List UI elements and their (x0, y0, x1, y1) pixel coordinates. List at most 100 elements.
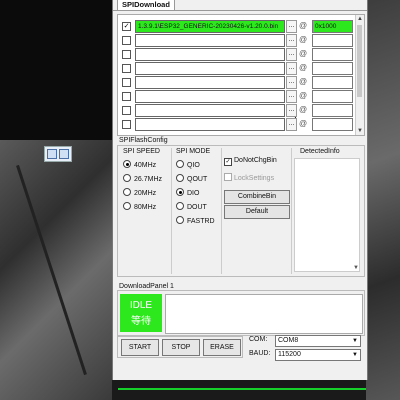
file-path-input[interactable] (135, 34, 285, 47)
radio-dot (123, 202, 131, 210)
file-row: ... @ (118, 117, 364, 131)
baud-value: 115200 (278, 351, 301, 358)
spi-flash-config-title: SPIFlashConfig (119, 137, 168, 144)
at-label: @ (299, 91, 308, 100)
file-path-input[interactable] (135, 118, 285, 131)
browse-button[interactable]: ... (286, 118, 297, 131)
address-input[interactable] (312, 118, 353, 131)
file-enable-checkbox[interactable] (122, 36, 131, 45)
file-enable-checkbox[interactable] (122, 92, 131, 101)
file-path-input[interactable] (135, 104, 285, 117)
window-tile-icon (47, 149, 57, 159)
browse-button[interactable]: ... (286, 76, 297, 89)
at-label: @ (299, 119, 308, 128)
desktop-wallpaper-bottom (112, 380, 366, 400)
address-input[interactable] (312, 76, 353, 89)
spi-speed-group: SPI SPEED 40MHz 26.7MHz 20MHz 80MHz (119, 148, 169, 274)
do-not-chg-bin-checkbox[interactable]: ✓ DoNotChgBin (224, 156, 277, 166)
file-path-input[interactable] (135, 62, 285, 75)
status-text-cn: 等待 (131, 316, 151, 327)
checkbox-box (224, 173, 232, 181)
mode-option-label: QOUT (187, 176, 208, 183)
at-label: @ (299, 49, 308, 58)
lock-settings-checkbox[interactable]: LockSettings (224, 173, 274, 183)
browse-button[interactable]: ... (286, 48, 297, 61)
default-button[interactable]: Default (224, 205, 290, 219)
mode-option-label: QIO (187, 162, 200, 169)
file-path-input[interactable] (135, 90, 285, 103)
address-input[interactable] (312, 48, 353, 61)
detected-info-title: DetectedInfo (300, 148, 340, 155)
radio-dot (176, 188, 184, 196)
baud-select[interactable]: 115200 ▼ (275, 349, 361, 361)
address-input[interactable] (312, 62, 353, 75)
browse-button[interactable]: ... (286, 34, 297, 47)
file-path-input[interactable]: 1.3.9.1\ESP32_GENERIC-20230426-v1.20.0.b… (135, 20, 285, 33)
browse-button[interactable]: ... (286, 104, 297, 117)
file-path-input[interactable] (135, 76, 285, 89)
download-panel-title: DownloadPanel 1 (119, 283, 174, 290)
options-group: ✓ DoNotChgBin LockSettings CombineBin Def… (221, 148, 290, 274)
file-row: ... @ (118, 33, 364, 47)
file-enable-checkbox[interactable] (122, 106, 131, 115)
actions-group: START STOP ERASE (117, 336, 243, 358)
speed-option-label: 80MHz (134, 204, 157, 211)
file-enable-checkbox[interactable] (122, 64, 131, 73)
checkbox-box: ✓ (224, 158, 232, 166)
stop-button[interactable]: STOP (162, 339, 200, 356)
speed-option-label: 40MHz (134, 162, 157, 169)
file-enable-checkbox[interactable] (122, 120, 131, 129)
at-label: @ (299, 77, 308, 86)
flash-tool-window: SPIDownload ▲ ▼ I ✓1.3.9.1\ESP32_GENERIC… (112, 0, 368, 380)
at-label: @ (299, 35, 308, 44)
start-button[interactable]: START (121, 339, 159, 356)
lock-settings-label: LockSettings (234, 175, 275, 182)
radio-dot (176, 160, 184, 168)
file-row: ✓ 1.3.9.1\ESP32_GENERIC-20230426-v1.20.0.… (118, 19, 364, 33)
browse-button[interactable]: ... (286, 62, 297, 75)
file-row: ... @ (118, 89, 364, 103)
combine-bin-button[interactable]: CombineBin (224, 190, 290, 204)
spi-speed-title: SPI SPEED (123, 148, 160, 155)
chevron-down-icon: ▼ (352, 352, 358, 358)
address-input[interactable] (312, 90, 353, 103)
address-input[interactable] (312, 34, 353, 47)
radio-dot (123, 160, 131, 168)
spi-mode-title: SPI MODE (176, 148, 211, 155)
address-input[interactable] (312, 104, 353, 117)
baud-label: BAUD: (249, 350, 271, 357)
at-label: @ (299, 63, 308, 72)
file-enable-checkbox[interactable] (122, 50, 131, 59)
erase-button[interactable]: ERASE (203, 339, 241, 356)
browse-button[interactable]: ... (286, 90, 297, 103)
mode-option-label: DIO (187, 190, 200, 197)
mode-option-label: FASTRD (187, 218, 215, 225)
address-input[interactable]: 0x1000 (312, 20, 353, 33)
at-label: @ (299, 105, 308, 114)
desktop-window-icon[interactable] (44, 146, 72, 162)
com-value: COM8 (278, 337, 299, 344)
desktop-wallpaper-right (366, 0, 400, 400)
browse-button[interactable]: ... (286, 20, 297, 33)
do-not-chg-bin-label: DoNotChgBin (234, 157, 277, 164)
file-row: ... @ (118, 61, 364, 75)
detected-info-group: DetectedInfo ▼ (291, 148, 362, 274)
file-row: ... @ (118, 103, 364, 117)
speed-option-label: 26.7MHz (134, 176, 163, 183)
status-text: IDLE (129, 300, 153, 311)
wallpaper-crack (16, 164, 87, 376)
com-select[interactable]: COM8 ▼ (275, 335, 361, 347)
scroll-down-icon[interactable]: ▼ (353, 265, 359, 271)
status-indicator: IDLE 等待 (120, 294, 162, 332)
file-row: ... @ (118, 47, 364, 61)
mode-option-label: DOUT (187, 204, 207, 211)
window-tile-icon (59, 149, 69, 159)
desktop-wallpaper-left (0, 140, 112, 400)
download-panel: IDLE 等待 (117, 290, 365, 336)
file-path-input[interactable] (135, 48, 285, 61)
file-enable-checkbox[interactable]: ✓ (122, 22, 131, 31)
radio-dot (176, 216, 184, 224)
chevron-down-icon: ▼ (352, 338, 358, 344)
file-enable-checkbox[interactable] (122, 78, 131, 87)
file-list: ▲ ▼ I ✓1.3.9.1\ESP32_GENERIC-20230426-v1… (117, 14, 365, 136)
